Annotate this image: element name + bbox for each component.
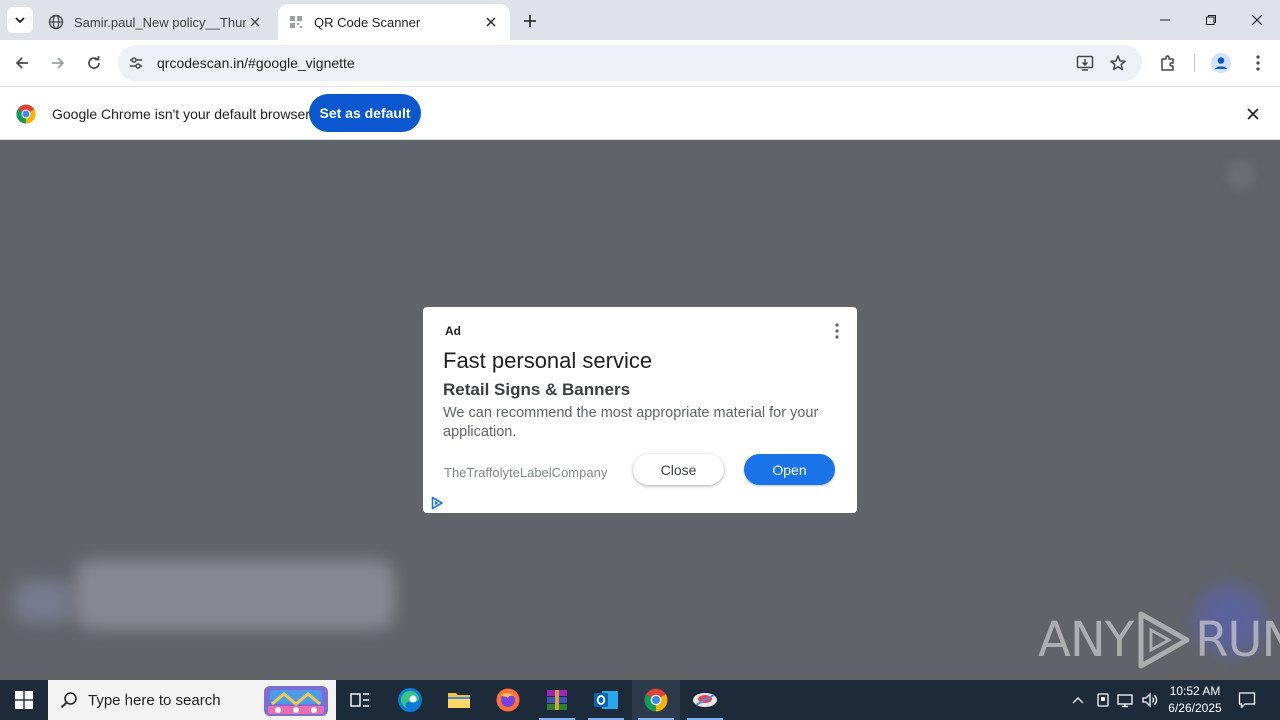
notification-icon — [1238, 692, 1256, 709]
ad-subheadline[interactable]: Retail Signs & Banners — [443, 380, 630, 400]
chrome-logo-icon — [16, 104, 36, 124]
toolbar-divider — [1194, 54, 1195, 72]
taskbar-clock[interactable]: 10:52 AM 6/26/2025 — [1162, 683, 1228, 717]
ad-open-button[interactable]: Open — [744, 454, 835, 485]
browser-toolbar: qrcodescan.in/#google_vignette — [0, 40, 1280, 86]
close-icon[interactable] — [246, 13, 264, 31]
close-icon[interactable] — [482, 13, 500, 31]
ad-close-button[interactable]: Close — [633, 454, 724, 485]
tab-label: QR Code Scanner — [314, 14, 421, 30]
blurred-page-element — [1226, 160, 1256, 190]
tab-label: Samir.paul_New policy__Thursd — [74, 14, 246, 30]
blurred-page-element — [75, 560, 395, 630]
puzzle-icon — [1161, 55, 1174, 71]
close-icon[interactable] — [1243, 104, 1263, 124]
address-bar[interactable]: qrcodescan.in/#google_vignette — [118, 45, 1142, 81]
search-placeholder: Type here to search — [88, 691, 221, 709]
ad-description: We can recommend the most appropriate ma… — [443, 405, 819, 440]
volume-tray-button[interactable] — [1140, 690, 1160, 710]
infobar-message: Google Chrome isn't your default browser — [52, 106, 310, 122]
ad-advertiser[interactable]: TheTraffolyteLabelCompany — [444, 465, 607, 480]
firefox-icon — [496, 688, 520, 712]
install-app-icon[interactable] — [1075, 53, 1095, 73]
winrar-icon — [547, 690, 567, 710]
menu-button[interactable] — [1245, 50, 1271, 76]
taskbar-winrar[interactable] — [533, 680, 581, 720]
watermark-left-text: ANY — [1038, 612, 1134, 668]
blurred-page-element — [14, 580, 74, 624]
task-view-button[interactable] — [336, 680, 384, 720]
anyrun-watermark: ANY RUN — [1038, 610, 1280, 670]
tab-qr-code-scanner[interactable]: QR Code Scanner — [278, 4, 510, 40]
taskbar-edge[interactable] — [386, 680, 434, 720]
avatar-icon — [1211, 53, 1231, 73]
kebab-menu-icon[interactable] — [827, 321, 847, 341]
forward-button[interactable] — [45, 50, 71, 76]
new-tab-button[interactable] — [518, 9, 542, 33]
minimize-icon — [1160, 19, 1170, 21]
search-icon — [60, 691, 78, 709]
reload-icon — [88, 56, 100, 69]
site-settings-icon[interactable] — [126, 53, 146, 73]
tab-samir-paul[interactable]: Samir.paul_New policy__Thursd — [38, 4, 274, 40]
reload-button[interactable] — [81, 50, 107, 76]
default-browser-infobar: Google Chrome isn't your default browser… — [0, 86, 1280, 140]
edge-icon — [398, 688, 422, 712]
windows-taskbar: Type here to search 10:52 AM 6/26/2025 — [0, 680, 1280, 720]
tab-strip: Samir.paul_New policy__Thursd QR Code Sc… — [0, 0, 1280, 40]
profile-button[interactable] — [1208, 50, 1234, 76]
back-button[interactable] — [9, 50, 35, 76]
taskbar-file-explorer[interactable] — [435, 680, 483, 720]
search-highlight-image — [264, 686, 328, 716]
close-icon — [1251, 14, 1263, 26]
taskbar-firefox[interactable] — [484, 680, 532, 720]
watermark-right-text: RUN — [1195, 612, 1280, 668]
ad-dialog: Ad Fast personal service Retail Signs & … — [423, 307, 857, 513]
window-close-button[interactable] — [1234, 0, 1280, 40]
outlook-icon — [594, 691, 618, 709]
taskbar-app-extra[interactable] — [681, 680, 729, 720]
restore-icon — [1206, 15, 1216, 25]
tray-app-icon[interactable] — [1093, 690, 1113, 710]
restore-button[interactable] — [1188, 0, 1234, 40]
chevron-down-icon — [15, 17, 25, 24]
extensions-button[interactable] — [1155, 50, 1181, 76]
adchoices-icon[interactable] — [430, 496, 444, 510]
plus-icon — [524, 15, 536, 27]
taskbar-search[interactable]: Type here to search — [48, 680, 336, 720]
chrome-icon — [644, 688, 668, 712]
ad-badge: Ad — [445, 324, 461, 338]
taskbar-chrome[interactable] — [632, 680, 680, 720]
network-tray-button[interactable] — [1116, 690, 1136, 710]
play-logo-icon — [1138, 611, 1190, 669]
ad-headline[interactable]: Fast personal service — [443, 348, 652, 374]
chevron-up-icon — [1072, 697, 1084, 704]
start-button[interactable] — [0, 680, 48, 720]
kebab-menu-icon — [1256, 55, 1260, 71]
bookmark-star-icon[interactable] — [1108, 53, 1128, 73]
speaker-icon — [1142, 692, 1158, 708]
network-icon — [1117, 694, 1133, 708]
arrow-left-icon — [15, 57, 28, 69]
task-view-icon — [350, 693, 369, 707]
set-as-default-button[interactable]: Set as default — [309, 94, 421, 132]
windows-logo-icon — [15, 691, 33, 709]
taskbar-outlook[interactable] — [582, 680, 630, 720]
tab-search-button[interactable] — [7, 7, 33, 33]
notification-center-button[interactable] — [1236, 690, 1258, 710]
app-icon — [693, 693, 717, 707]
clock-time: 10:52 AM — [1169, 684, 1221, 698]
clock-date: 6/26/2025 — [1168, 701, 1222, 715]
qr-code-icon — [288, 14, 304, 30]
folder-icon — [448, 693, 470, 708]
minimize-button[interactable] — [1142, 0, 1188, 40]
show-hidden-icons-button[interactable] — [1068, 690, 1088, 710]
device-icon — [1097, 693, 1109, 707]
globe-icon — [48, 14, 64, 30]
arrow-right-icon — [52, 57, 65, 69]
page-overlay: ANY RUN Ad Fast personal service Retail … — [0, 140, 1280, 680]
url-text[interactable]: qrcodescan.in/#google_vignette — [157, 55, 355, 71]
